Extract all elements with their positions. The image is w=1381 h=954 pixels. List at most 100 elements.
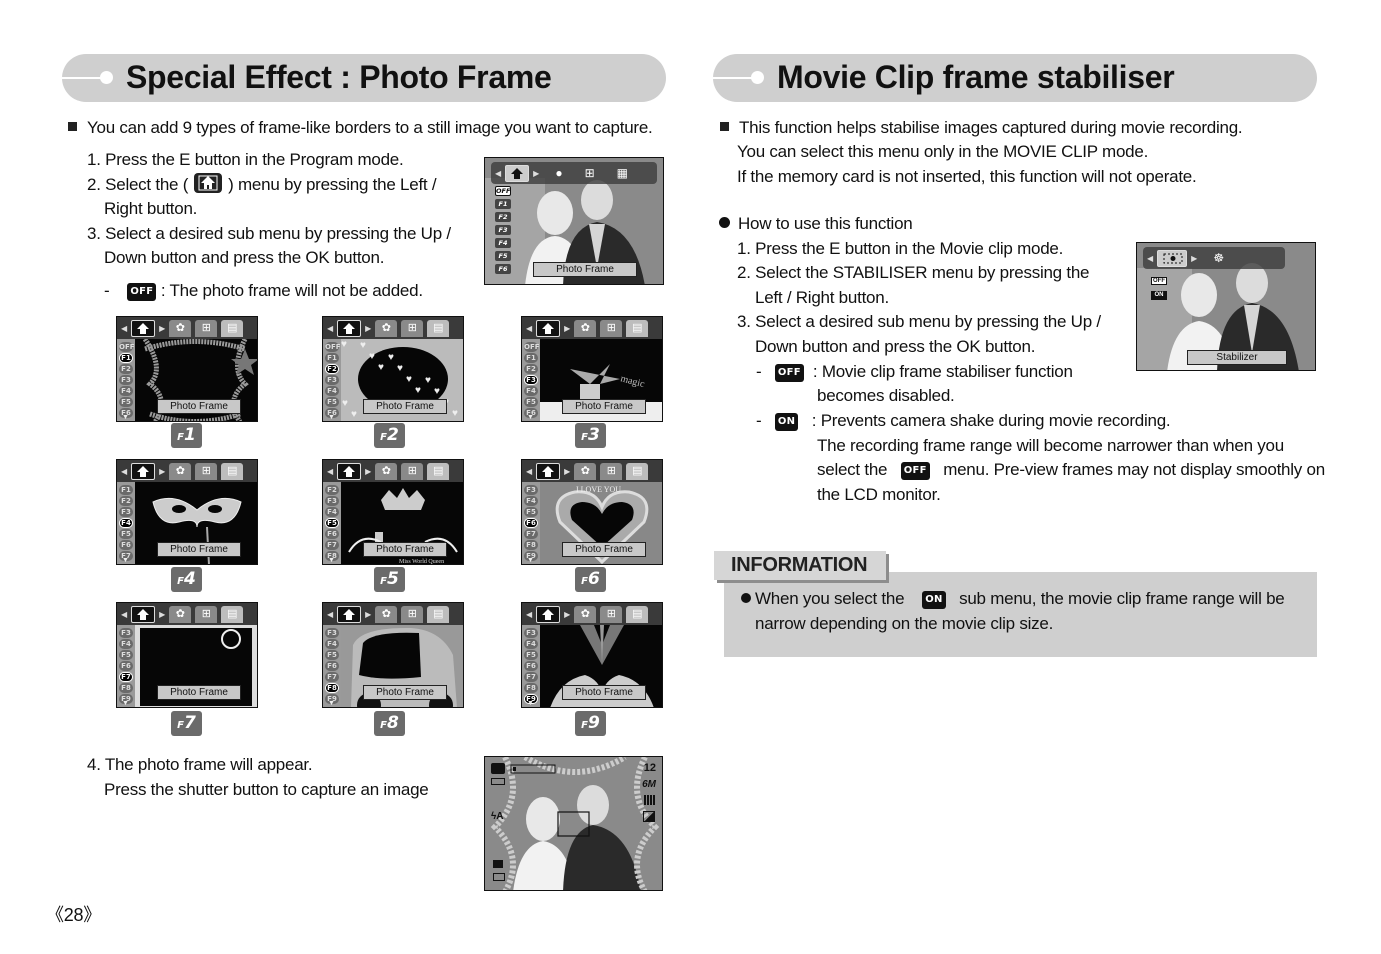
submenu-item-f1: F1 xyxy=(119,353,133,363)
focus-frame-tab-icon: ⊞ xyxy=(600,605,623,623)
color-effect-tab-icon: ✿ xyxy=(574,319,597,337)
r-step-3: 3. Select a desired sub menu by pressing… xyxy=(737,312,1101,331)
frame-badge-f2: F2 xyxy=(374,423,405,448)
svg-text:♥: ♥ xyxy=(351,409,357,420)
right-arrow-icon: ▶ xyxy=(564,609,571,619)
svg-text:♥: ♥ xyxy=(360,340,366,351)
svg-text:♥: ♥ xyxy=(388,352,394,363)
off-option: - OFF : Movie clip frame stabiliser func… xyxy=(756,362,1073,382)
submenu-item-f7: F7 xyxy=(524,672,538,682)
submenu-item-f3: F3 xyxy=(119,628,133,638)
intro-line-1: This function helps stabilise images cap… xyxy=(720,116,1243,141)
stabiliser-tab-icon xyxy=(1157,249,1188,267)
information-title: INFORMATION xyxy=(714,551,886,580)
off-desc: : Movie clip frame stabiliser function xyxy=(812,362,1073,381)
step-4: 4. The photo frame will appear. xyxy=(87,755,313,774)
submenu-item-f1: F1 xyxy=(524,353,538,363)
round-bullet-icon xyxy=(741,593,751,603)
submenu-item-f2: F2 xyxy=(119,364,133,374)
info-line-2: narrow depending on the movie clip size. xyxy=(755,614,1054,633)
r-step-2-cont: Left / Right button. xyxy=(755,288,889,307)
submenu-sidebar: OFF F1 F2 F3 F4 F5 F6 ▼ xyxy=(117,339,135,421)
submenu-item-f3: F3 xyxy=(524,375,538,385)
svg-text:♥: ♥ xyxy=(369,351,375,362)
photo-frame-tab-icon xyxy=(337,605,362,623)
photo-frame-tab-icon xyxy=(131,462,156,480)
step-3-cont: Down button and press the OK button. xyxy=(104,248,385,267)
right-arrow-icon: ▶ xyxy=(1191,253,1198,263)
right-arrow-icon: ▶ xyxy=(564,323,571,333)
focus-frame-tab-icon: ⊞ xyxy=(600,319,623,337)
step-4-cont: Press the shutter button to capture an i… xyxy=(104,780,429,799)
focus-frame-tab-icon: ⊞ xyxy=(401,462,424,480)
information-box: When you select the ON sub menu, the mov… xyxy=(724,572,1317,657)
frame-badge-f1: F1 xyxy=(171,423,202,448)
color-effect-tab-icon: ✿ xyxy=(169,462,192,480)
image-size: 6M xyxy=(642,779,656,790)
frame-preview-f5: Miss World Queen ◀ ▶ ✿ ⊞ ▤ F2 F3 F4 F5 F6 F7 F8 ▼ Phot… xyxy=(322,459,464,565)
menu-bar: ◀ ▶ ✿ ⊞ ▤ xyxy=(522,460,662,482)
submenu-sidebar: F2 F3 F4 F5 F6 F7 F8 ▼ xyxy=(323,482,341,564)
left-arrow-icon: ◀ xyxy=(327,609,334,619)
submenu-item-f4: F4 xyxy=(119,386,133,396)
menu-bar: ◀ ▶ ✿ ⊞ ▤ xyxy=(117,603,257,625)
submenu-item-f4: F4 xyxy=(325,386,339,396)
frame-preview-f6: I LOVE YOU ◀ ▶ ✿ ⊞ ▤ F3 F4 F5 F6 F7 F8 F9 ▼ Photo Fram… xyxy=(521,459,663,565)
svg-text:♥: ♥ xyxy=(415,385,421,396)
info-line-1-post: sub menu, the movie clip frame range wil… xyxy=(959,589,1285,608)
scroll-down-icon: ▼ xyxy=(328,700,335,707)
left-arrow-icon: ◀ xyxy=(495,168,502,178)
submenu-item-f6: F6 xyxy=(325,529,339,539)
svg-text:♥: ♥ xyxy=(452,408,458,419)
submenu-item-off: OFF xyxy=(524,342,540,352)
menu-bar: ◀ ▶ ● ⊞ ▦ xyxy=(491,162,657,184)
left-arrow-icon: ◀ xyxy=(526,323,533,333)
menu-label: Photo Frame xyxy=(562,542,646,557)
submenu-item-f2: F2 xyxy=(495,212,511,222)
color-effect-tab-icon: ✿ xyxy=(375,462,398,480)
right-arrow-icon: ▶ xyxy=(365,466,372,476)
scroll-down-icon: ▼ xyxy=(328,557,335,564)
step-2: 2. Select the () menu by pressing the Le… xyxy=(87,173,437,198)
right-arrow-icon: ▶ xyxy=(159,466,166,476)
photo-frame-tab-icon xyxy=(536,319,561,337)
frame-badge-f3: F3 xyxy=(575,423,606,448)
off-badge: OFF xyxy=(127,283,157,301)
composite-tab-icon: ▤ xyxy=(221,319,244,337)
scroll-down-icon: ▼ xyxy=(527,557,534,564)
focus-frame-tab-icon: ⊞ xyxy=(195,462,218,480)
photo-frame-tab-icon xyxy=(337,319,362,337)
submenu-sidebar: F3 F4 F5 F6 F7 F8 F9 ▼ xyxy=(522,625,540,707)
section-header-photo-frame: Special Effect : Photo Frame xyxy=(62,54,666,102)
on-badge: ON xyxy=(774,413,799,431)
off-desc-cont: becomes disabled. xyxy=(817,386,955,405)
submenu-item-f1: F1 xyxy=(495,199,511,209)
step-2-cont: Right button. xyxy=(104,199,198,218)
left-arrow-icon: ◀ xyxy=(327,466,334,476)
color-effect-tab-icon: ✿ xyxy=(375,605,398,623)
palette-icon: ● xyxy=(555,166,563,180)
photo-frame-tab-icon xyxy=(536,462,561,480)
intro-text: You can add 9 types of frame-like border… xyxy=(68,116,653,141)
off-badge: OFF xyxy=(774,364,804,382)
focus-frame-tab-icon: ⊞ xyxy=(401,605,424,623)
submenu-item-f5: F5 xyxy=(524,650,538,660)
submenu-item-f4: F4 xyxy=(524,639,538,649)
submenu-item-f3: F3 xyxy=(495,225,511,235)
camera-mode-icon xyxy=(491,763,505,774)
submenu-item-f8: F8 xyxy=(119,683,133,693)
photo-frame-tab-icon xyxy=(536,605,561,623)
step-2-pre: 2. Select the ( xyxy=(87,175,189,194)
submenu-item-f4: F4 xyxy=(524,386,538,396)
submenu-item-f3: F3 xyxy=(119,507,133,517)
menu-label: Photo Frame xyxy=(562,399,646,414)
framed-couple-photo xyxy=(485,757,662,890)
on-option: - ON : Prevents camera shake during movi… xyxy=(756,411,1171,431)
submenu-item-f1: F1 xyxy=(119,485,133,495)
color-effect-tab-icon: ✿ xyxy=(169,605,192,623)
focus-frame-tab-icon: ⊞ xyxy=(195,319,218,337)
menu-label: Photo Frame xyxy=(562,685,646,700)
photo-frame-tab-icon xyxy=(505,164,530,182)
submenu-sidebar: F1 F2 F3 F4 F5 F6 F7 ▼ xyxy=(117,482,135,564)
on-desc-line-4: the LCD monitor. xyxy=(817,485,941,504)
